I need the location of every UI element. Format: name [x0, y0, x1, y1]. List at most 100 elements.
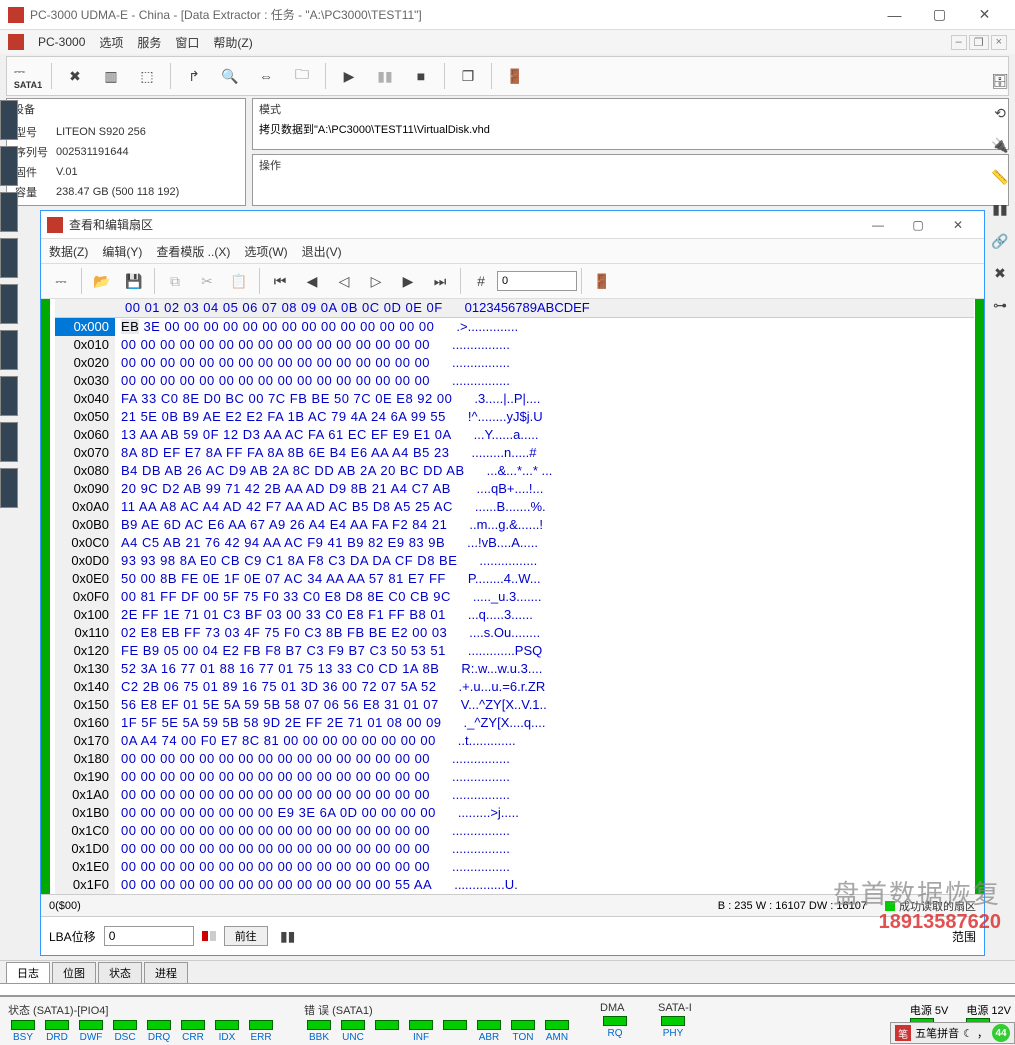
hex-ascii[interactable]: ................ — [430, 822, 510, 840]
hex-ascii[interactable]: ...!vB....A..... — [445, 534, 538, 552]
ime-bar[interactable]: 笔 五笔拼音 ☾ ， 44 — [890, 1022, 1015, 1044]
hex-row[interactable]: 0x1A000 00 00 00 00 00 00 00 00 00 00 00… — [55, 786, 974, 804]
back-step-icon[interactable]: ◁ — [328, 267, 360, 295]
hex-ascii[interactable]: ................ — [430, 786, 510, 804]
hex-ascii[interactable]: .3.....|..P|.... — [452, 390, 540, 408]
hex-ascii[interactable]: ..t............. — [436, 732, 516, 750]
maximize-button[interactable]: ▢ — [917, 0, 962, 30]
hex-ascii[interactable]: ....qB+....!... — [451, 480, 543, 498]
hex-ascii[interactable]: ................ — [430, 768, 510, 786]
hex-row[interactable]: 0x1F000 00 00 00 00 00 00 00 00 00 00 00… — [55, 876, 974, 894]
hex-menu-exit[interactable]: 退出(V) — [302, 243, 342, 260]
hex-bytes[interactable]: 00 00 00 00 00 00 00 00 E9 3E 6A 0D 00 0… — [115, 804, 436, 822]
hex-bytes[interactable]: 00 00 00 00 00 00 00 00 00 00 00 00 00 0… — [115, 372, 430, 390]
last-icon[interactable]: ⏭ — [424, 267, 456, 295]
hex-row[interactable]: 0x18000 00 00 00 00 00 00 00 00 00 00 00… — [55, 750, 974, 768]
hex-row[interactable]: 0x0A011 AA A8 AC A4 AD 42 F7 AA AD AC B5… — [55, 498, 974, 516]
hex-row[interactable]: 0x0E050 00 8B FE 0E 1F 0E 07 AC 34 AA AA… — [55, 570, 974, 588]
hex-row[interactable]: 0x1B000 00 00 00 00 00 00 00 E9 3E 6A 0D… — [55, 804, 974, 822]
tab-1[interactable]: 位图 — [52, 962, 96, 983]
hex-bytes[interactable]: 00 00 00 00 00 00 00 00 00 00 00 00 00 0… — [115, 858, 430, 876]
grid-icon[interactable]: # — [465, 267, 497, 295]
hex-ascii[interactable]: ....s.Ou........ — [447, 624, 540, 642]
hex-ascii[interactable]: ................ — [430, 750, 510, 768]
goto-button[interactable]: 前往 — [224, 926, 268, 946]
sata-port-button[interactable]: ⎓SATA1 — [11, 61, 45, 91]
measure-icon[interactable]: 📏 — [989, 166, 1011, 188]
chain-icon[interactable]: 🔗 — [989, 230, 1011, 252]
hex-bytes[interactable]: C2 2B 06 75 01 89 16 75 01 3D 36 00 72 0… — [115, 678, 437, 696]
hex-row[interactable]: 0x000EB 3E 00 00 00 00 00 00 00 00 00 00… — [55, 318, 974, 336]
plug-icon[interactable]: 🔌 — [989, 134, 1011, 156]
hex-ascii[interactable]: P........4..W... — [446, 570, 541, 588]
hex-row[interactable]: 0x01000 00 00 00 00 00 00 00 00 00 00 00… — [55, 336, 974, 354]
lba-input[interactable] — [104, 926, 194, 946]
hex-row[interactable]: 0x11002 E8 EB FF 73 03 4F 75 F0 C3 8B FB… — [55, 624, 974, 642]
hex-bytes[interactable]: EB 3E 00 00 00 00 00 00 00 00 00 00 00 0… — [115, 318, 434, 336]
hex-view[interactable]: 00 01 02 03 04 05 06 07 08 09 0A 0B 0C 0… — [51, 299, 974, 894]
hex-bytes[interactable]: 11 AA A8 AC A4 AD 42 F7 AA AD AC B5 D8 A… — [115, 498, 453, 516]
mdi-restore-button[interactable]: ❐ — [969, 35, 989, 50]
hex-bytes[interactable]: 13 AA AB 59 0F 12 D3 AA AC FA 61 EC EF E… — [115, 426, 452, 444]
menu-window[interactable]: 窗口 — [175, 34, 199, 51]
hex-bytes[interactable]: 0A A4 74 00 F0 E7 8C 81 00 00 00 00 00 0… — [115, 732, 436, 750]
hex-bytes[interactable]: B9 AE 6D AC E6 AA 67 A9 26 A4 E4 AA FA F… — [115, 516, 447, 534]
hex-max-button[interactable]: ▢ — [898, 211, 938, 239]
hex-map-right[interactable] — [974, 299, 984, 894]
hex-ascii[interactable]: .........n.....# — [449, 444, 536, 462]
hex-ascii[interactable]: ...Y......a..... — [452, 426, 539, 444]
db-icon[interactable]: 🗄 — [989, 70, 1011, 92]
hex-menu-options[interactable]: 选项(W) — [244, 243, 287, 260]
hex-row[interactable]: 0x15056 E8 EF 01 5E 5A 59 5B 58 07 06 56… — [55, 696, 974, 714]
chip-icon[interactable]: ▥ — [94, 61, 128, 91]
first-icon[interactable]: ⏮ — [264, 267, 296, 295]
exit-icon[interactable]: 🚪 — [498, 61, 532, 91]
hex-map-left[interactable] — [41, 299, 51, 894]
hex-ascii[interactable]: ................ — [430, 372, 510, 390]
percent-icon[interactable]: ⬚ — [130, 61, 164, 91]
hex-row[interactable]: 0x02000 00 00 00 00 00 00 00 00 00 00 00… — [55, 354, 974, 372]
reset-icon[interactable]: ⟲ — [989, 102, 1011, 124]
hex-ascii[interactable]: !^........yJ$j.U — [446, 408, 543, 426]
hex-menu-data[interactable]: 数据(Z) — [49, 243, 88, 260]
hex-row[interactable]: 0x0F000 81 FF DF 00 5F 75 F0 33 C0 E8 D8… — [55, 588, 974, 606]
hex-ascii[interactable]: ....._u.3....... — [451, 588, 542, 606]
play-icon[interactable]: ▶ — [332, 61, 366, 91]
paste-icon[interactable]: 📋 — [223, 267, 255, 295]
mdi-close-button[interactable]: × — [991, 35, 1007, 50]
unlink-icon[interactable]: ✖ — [989, 262, 1011, 284]
prev-icon[interactable]: ◀ — [296, 267, 328, 295]
close-button[interactable]: ✕ — [962, 0, 1007, 30]
hex-ascii[interactable]: ._^ZY[X....q.... — [442, 714, 546, 732]
hex-ascii[interactable]: ..m...g.&......! — [447, 516, 543, 534]
hex-close-button[interactable]: ✕ — [938, 211, 978, 239]
hex-ascii[interactable]: ...&...*...* ... — [465, 462, 553, 480]
hex-ascii[interactable]: V...^ZY[X..V.1.. — [439, 696, 547, 714]
hex-bytes[interactable]: 02 E8 EB FF 73 03 4F 75 F0 C3 8B FB BE E… — [115, 624, 447, 642]
hex-bytes[interactable]: B4 DB AB 26 AC D9 AB 2A 8C DD AB 2A 20 B… — [115, 462, 465, 480]
hex-row[interactable]: 0x1700A A4 74 00 F0 E7 8C 81 00 00 00 00… — [55, 732, 974, 750]
hex-exit-icon[interactable]: 🚪 — [586, 267, 618, 295]
hex-ascii[interactable]: .........>j..... — [436, 804, 519, 822]
hex-ascii[interactable]: R:.w...w.u.3.... — [439, 660, 542, 678]
next-icon[interactable]: ▶ — [392, 267, 424, 295]
hex-bytes[interactable]: 00 81 FF DF 00 5F 75 F0 33 C0 E8 D8 8E C… — [115, 588, 451, 606]
menu-options[interactable]: 选项 — [99, 34, 123, 51]
menu-pc3000[interactable]: PC-3000 — [38, 35, 85, 49]
open-icon[interactable]: 📂 — [86, 267, 118, 295]
hex-bytes[interactable]: 20 9C D2 AB 99 71 42 2B AA AD D9 8B 21 A… — [115, 480, 451, 498]
explorer-icon[interactable]: 🗀 — [285, 61, 319, 91]
hex-min-button[interactable]: ― — [858, 211, 898, 239]
hex-bytes[interactable]: 50 00 8B FE 0E 1F 0E 07 AC 34 AA AA 57 8… — [115, 570, 446, 588]
hex-row[interactable]: 0x0708A 8D EF E7 8A FF FA 8A 8B 6E B4 E6… — [55, 444, 974, 462]
hex-port-button[interactable]: ⎓ — [45, 267, 77, 295]
hex-bytes[interactable]: 8A 8D EF E7 8A FF FA 8A 8B 6E B4 E6 AA A… — [115, 444, 449, 462]
hex-row[interactable]: 0x1002E FF 1E 71 01 C3 BF 03 00 33 C0 E8… — [55, 606, 974, 624]
hex-ascii[interactable]: .............PSQ — [446, 642, 542, 660]
hex-row[interactable]: 0x080B4 DB AB 26 AC D9 AB 2A 8C DD AB 2A… — [55, 462, 974, 480]
hex-ascii[interactable]: ................ — [430, 840, 510, 858]
cut-icon[interactable]: ✂ — [191, 267, 223, 295]
menu-help[interactable]: 帮助(Z) — [213, 34, 252, 51]
hex-row[interactable]: 0x0C0A4 C5 AB 21 76 42 94 AA AC F9 41 B9… — [55, 534, 974, 552]
stop-icon[interactable]: ■ — [404, 61, 438, 91]
